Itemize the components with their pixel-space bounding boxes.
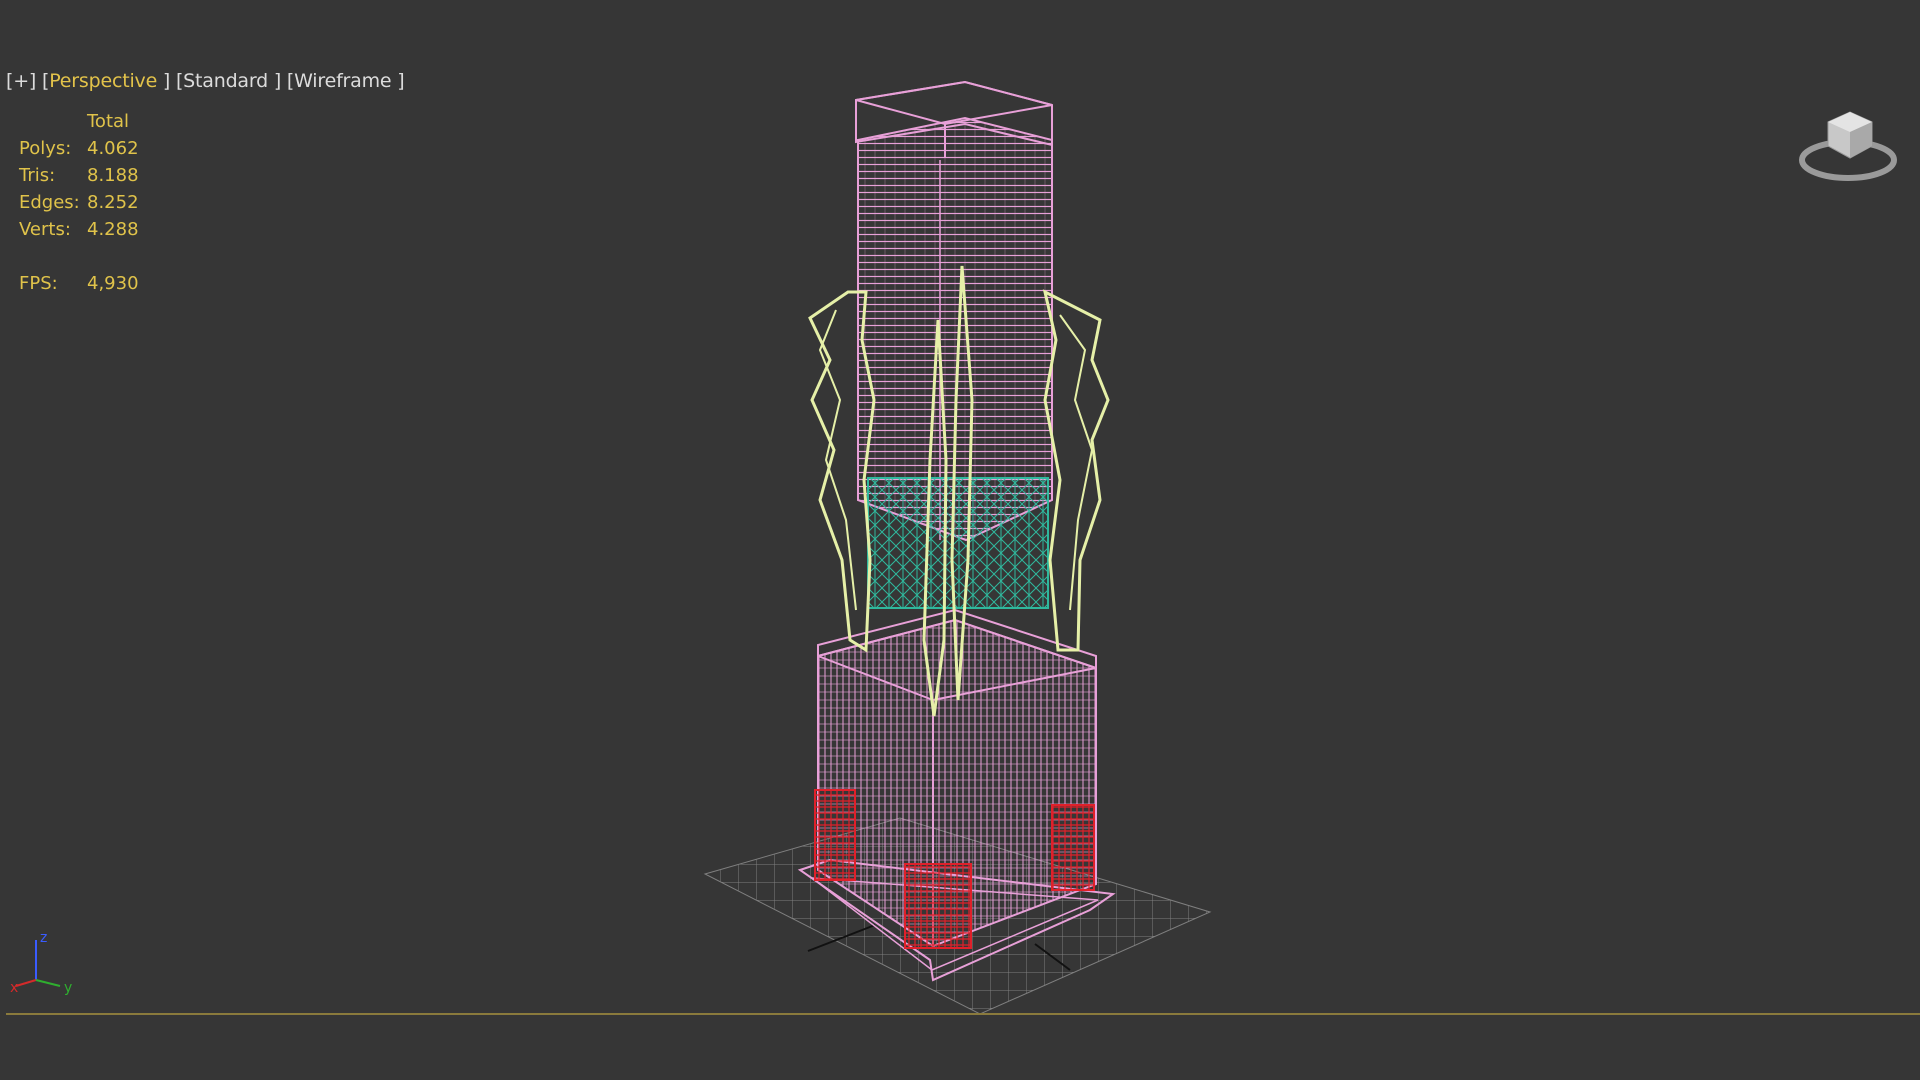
wireframe-model <box>703 80 1212 1015</box>
perspective-viewport[interactable]: [+] [Perspective ] [Standard ] [Wirefram… <box>0 0 1920 1080</box>
fin-left-inner <box>818 309 857 611</box>
timeline-divider <box>6 1013 1920 1015</box>
corner-pier <box>1051 804 1095 891</box>
corner-pier <box>904 863 972 949</box>
tower-crown-top <box>855 80 1053 126</box>
fin-right <box>1042 289 1110 652</box>
core-frame <box>867 477 1049 609</box>
corner-pier <box>814 789 856 881</box>
axis-z-label: z <box>40 932 47 946</box>
fin-right-inner <box>1059 314 1094 611</box>
viewcube-icon[interactable] <box>1796 104 1900 188</box>
fin-left <box>808 290 876 653</box>
axis-y-label: y <box>64 980 72 996</box>
axis-tripod-icon: z x y <box>10 932 72 996</box>
axis-x-label: x <box>10 980 18 996</box>
